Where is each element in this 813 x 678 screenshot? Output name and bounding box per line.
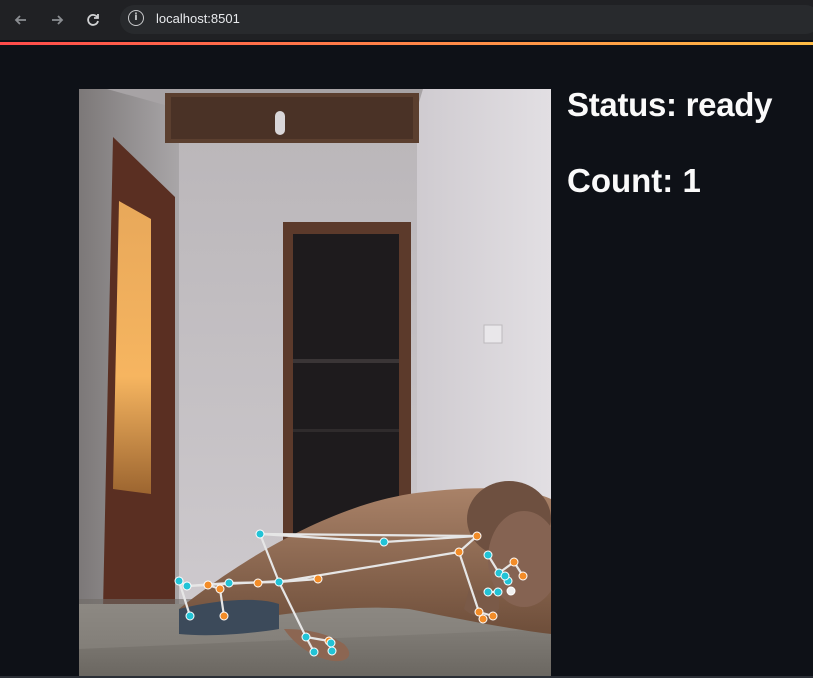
info-icon[interactable]: i bbox=[128, 10, 144, 26]
count-heading: Count: 1 bbox=[567, 162, 701, 199]
url-text[interactable]: localhost:8501 bbox=[156, 11, 240, 26]
arrow-right-icon bbox=[52, 15, 64, 25]
app-header-decoration bbox=[0, 42, 813, 45]
reload-icon bbox=[87, 14, 99, 26]
arrow-left-icon bbox=[14, 15, 26, 25]
webcam-video-frame bbox=[79, 89, 551, 678]
back-button[interactable] bbox=[9, 8, 33, 32]
status-heading: Status: ready bbox=[567, 86, 773, 123]
reload-button[interactable] bbox=[81, 8, 105, 32]
forward-button[interactable] bbox=[45, 8, 69, 32]
